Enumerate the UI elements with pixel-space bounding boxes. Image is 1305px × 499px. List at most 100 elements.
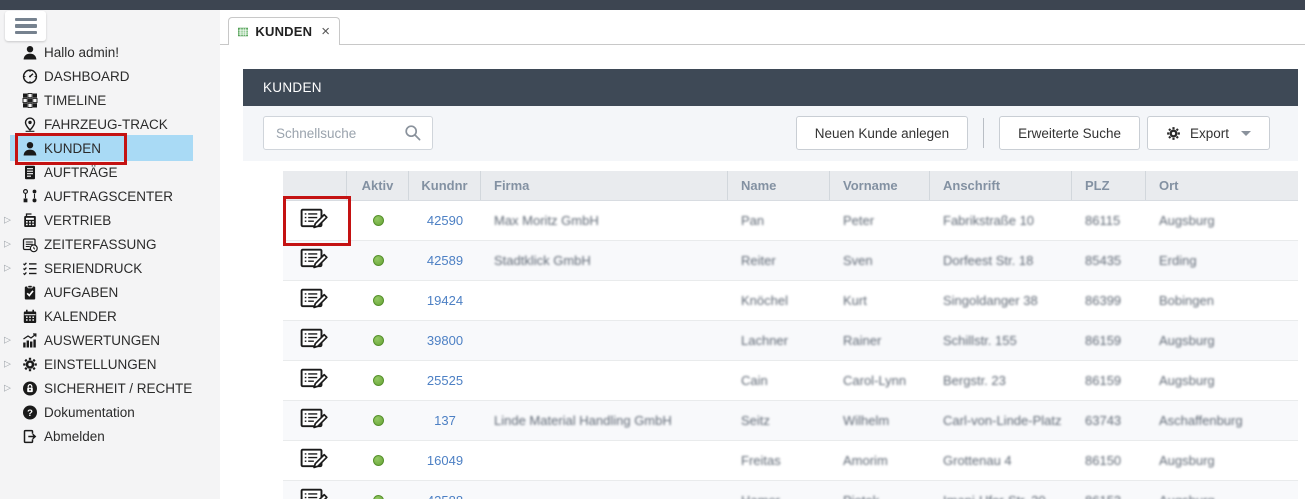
cell-firma <box>481 481 728 499</box>
sidebar-item-abmelden[interactable]: Abmelden <box>0 424 220 448</box>
sidebar-item-greeting[interactable]: Hallo admin! <box>0 40 220 64</box>
svg-text:?: ? <box>27 407 33 418</box>
sidebar-item-label: Abmelden <box>44 429 105 444</box>
document-list-icon <box>21 164 38 181</box>
sidebar-item-auftragscenter[interactable]: AUFTRAGSCENTER <box>0 184 220 208</box>
lock-circle-icon <box>21 380 38 397</box>
sidebar-item-einstellungen[interactable]: ▷ EINSTELLUNGEN <box>0 352 220 376</box>
sidebar-item-label: AUSWERTUNGEN <box>44 333 160 348</box>
tab-row-divider <box>220 44 1305 45</box>
kundnr-link[interactable]: 42589 <box>427 253 463 268</box>
sidebar-item-dashboard[interactable]: DASHBOARD <box>0 64 220 88</box>
sidebar-item-fahrzeug-track[interactable]: FAHRZEUG-TRACK <box>0 112 220 136</box>
kundnr-link[interactable]: 39800 <box>427 333 463 348</box>
cash-register-icon <box>21 212 38 229</box>
cell-name: Cain <box>728 361 830 400</box>
col-firma[interactable]: Firma <box>481 171 728 200</box>
sidebar-item-vertrieb[interactable]: ▷ VERTRIEB <box>0 208 220 232</box>
hamburger-menu-button[interactable] <box>5 11 46 41</box>
export-button[interactable]: Export <box>1147 116 1270 150</box>
cell-vorname: Sven <box>830 241 930 280</box>
cell-firma <box>481 361 728 400</box>
table-row: 19424 Knöchel Kurt Singoldanger 38 86399… <box>283 281 1298 321</box>
sidebar-item-dokumentation[interactable]: ? Dokumentation <box>0 400 220 424</box>
col-kundnr[interactable]: Kundnr <box>409 171 481 200</box>
cell-plz: 63743 <box>1072 401 1146 440</box>
kundnr-link[interactable]: 25525 <box>427 373 463 388</box>
workflow-icon <box>21 188 38 205</box>
edit-row-button[interactable] <box>300 448 330 473</box>
edit-row-button[interactable] <box>300 488 330 499</box>
sidebar-item-zeiterfassung[interactable]: ▷ ZEITERFASSUNG <box>0 232 220 256</box>
expand-caret-icon[interactable]: ▷ <box>4 383 11 394</box>
new-customer-label: Neuen Kunde anlegen <box>815 126 949 141</box>
logout-icon <box>21 428 38 445</box>
col-vorname[interactable]: Vorname <box>830 171 930 200</box>
tab-close-icon[interactable]: × <box>321 24 330 39</box>
table-row: 42588 Hamor Pjotek Imani-Ufer-Str. 20 86… <box>283 481 1298 499</box>
col-aktiv[interactable]: Aktiv <box>347 171 409 200</box>
cell-firma <box>481 441 728 480</box>
active-status-dot <box>373 375 384 386</box>
advanced-search-button[interactable]: Erweiterte Suche <box>999 116 1140 150</box>
magnifier-icon[interactable] <box>404 124 422 142</box>
sidebar-menu: Hallo admin! DASHBOARD TIMELINE FAHRZEUG… <box>0 40 220 448</box>
sidebar-item-label: TIMELINE <box>44 93 106 108</box>
col-name[interactable]: Name <box>728 171 830 200</box>
expand-caret-icon[interactable]: ▷ <box>4 239 11 250</box>
edit-row-button[interactable] <box>300 328 330 353</box>
sidebar-item-kunden[interactable]: KUNDEN <box>0 136 220 160</box>
kundnr-link[interactable]: 42588 <box>427 493 463 499</box>
sidebar-item-auswertungen[interactable]: ▷ AUSWERTUNGEN <box>0 328 220 352</box>
edit-note-icon <box>300 448 330 473</box>
sidebar-item-timeline[interactable]: TIMELINE <box>0 88 220 112</box>
edit-row-button[interactable] <box>300 368 330 393</box>
sidebar-item-kalender[interactable]: KALENDER <box>0 304 220 328</box>
sidebar-item-sicherheit-rechte[interactable]: ▷ SICHERHEIT / RECHTE <box>0 376 220 400</box>
col-plz[interactable]: PLZ <box>1072 171 1146 200</box>
panel-title: KUNDEN <box>263 80 322 95</box>
expand-caret-icon[interactable]: ▷ <box>4 215 11 226</box>
toolbar: Neuen Kunde anlegen Erweiterte Suche Exp… <box>243 106 1298 161</box>
kundnr-link[interactable]: 19424 <box>427 293 463 308</box>
new-customer-button[interactable]: Neuen Kunde anlegen <box>796 116 968 150</box>
calendar-icon <box>21 308 38 325</box>
edit-row-button[interactable] <box>300 408 330 433</box>
edit-note-icon <box>300 248 330 273</box>
cell-plz: 86399 <box>1072 281 1146 320</box>
mosaic-grid-icon <box>21 92 38 109</box>
chevron-down-icon <box>1241 131 1251 136</box>
expand-caret-icon[interactable]: ▷ <box>4 335 11 346</box>
green-table-icon <box>238 25 248 39</box>
cell-plz: 86150 <box>1072 441 1146 480</box>
cell-ort: Augsburg <box>1146 441 1298 480</box>
edit-row-button[interactable] <box>300 208 330 233</box>
sidebar-item-label: KALENDER <box>44 309 117 324</box>
expand-caret-icon[interactable]: ▷ <box>4 263 11 274</box>
sidebar-item-auftraege[interactable]: AUFTRÄGE <box>0 160 220 184</box>
expand-caret-icon[interactable]: ▷ <box>4 359 11 370</box>
active-status-dot <box>373 255 384 266</box>
kundnr-link[interactable]: 137 <box>434 413 456 428</box>
table-row: 25525 Cain Carol-Lynn Bergstr. 23 86159 … <box>283 361 1298 401</box>
sidebar-item-seriendruck[interactable]: ▷ SERIENDRUCK <box>0 256 220 280</box>
search-input[interactable] <box>264 126 404 141</box>
edit-row-button[interactable] <box>300 248 330 273</box>
col-ort[interactable]: Ort <box>1146 171 1298 200</box>
col-anschrift[interactable]: Anschrift <box>930 171 1072 200</box>
sidebar-item-label: AUFTRAGSCENTER <box>44 189 173 204</box>
cell-plz: 86159 <box>1072 321 1146 360</box>
kundnr-link[interactable]: 16049 <box>427 453 463 468</box>
tab-kunden[interactable]: KUNDEN × <box>228 17 340 45</box>
active-status-dot <box>373 415 384 426</box>
cell-firma: Max Moritz GmbH <box>481 201 728 240</box>
cell-firma: Stadtklick GmbH <box>481 241 728 280</box>
sidebar-item-label: DASHBOARD <box>44 69 130 84</box>
cell-ort: Augsburg <box>1146 481 1298 499</box>
edit-row-button[interactable] <box>300 288 330 313</box>
edit-note-icon <box>300 408 330 433</box>
sidebar-item-aufgaben[interactable]: AUFGABEN <box>0 280 220 304</box>
sidebar-item-label: FAHRZEUG-TRACK <box>44 117 168 132</box>
app-window: Hallo admin! DASHBOARD TIMELINE FAHRZEUG… <box>0 0 1305 499</box>
kundnr-link[interactable]: 42590 <box>427 213 463 228</box>
